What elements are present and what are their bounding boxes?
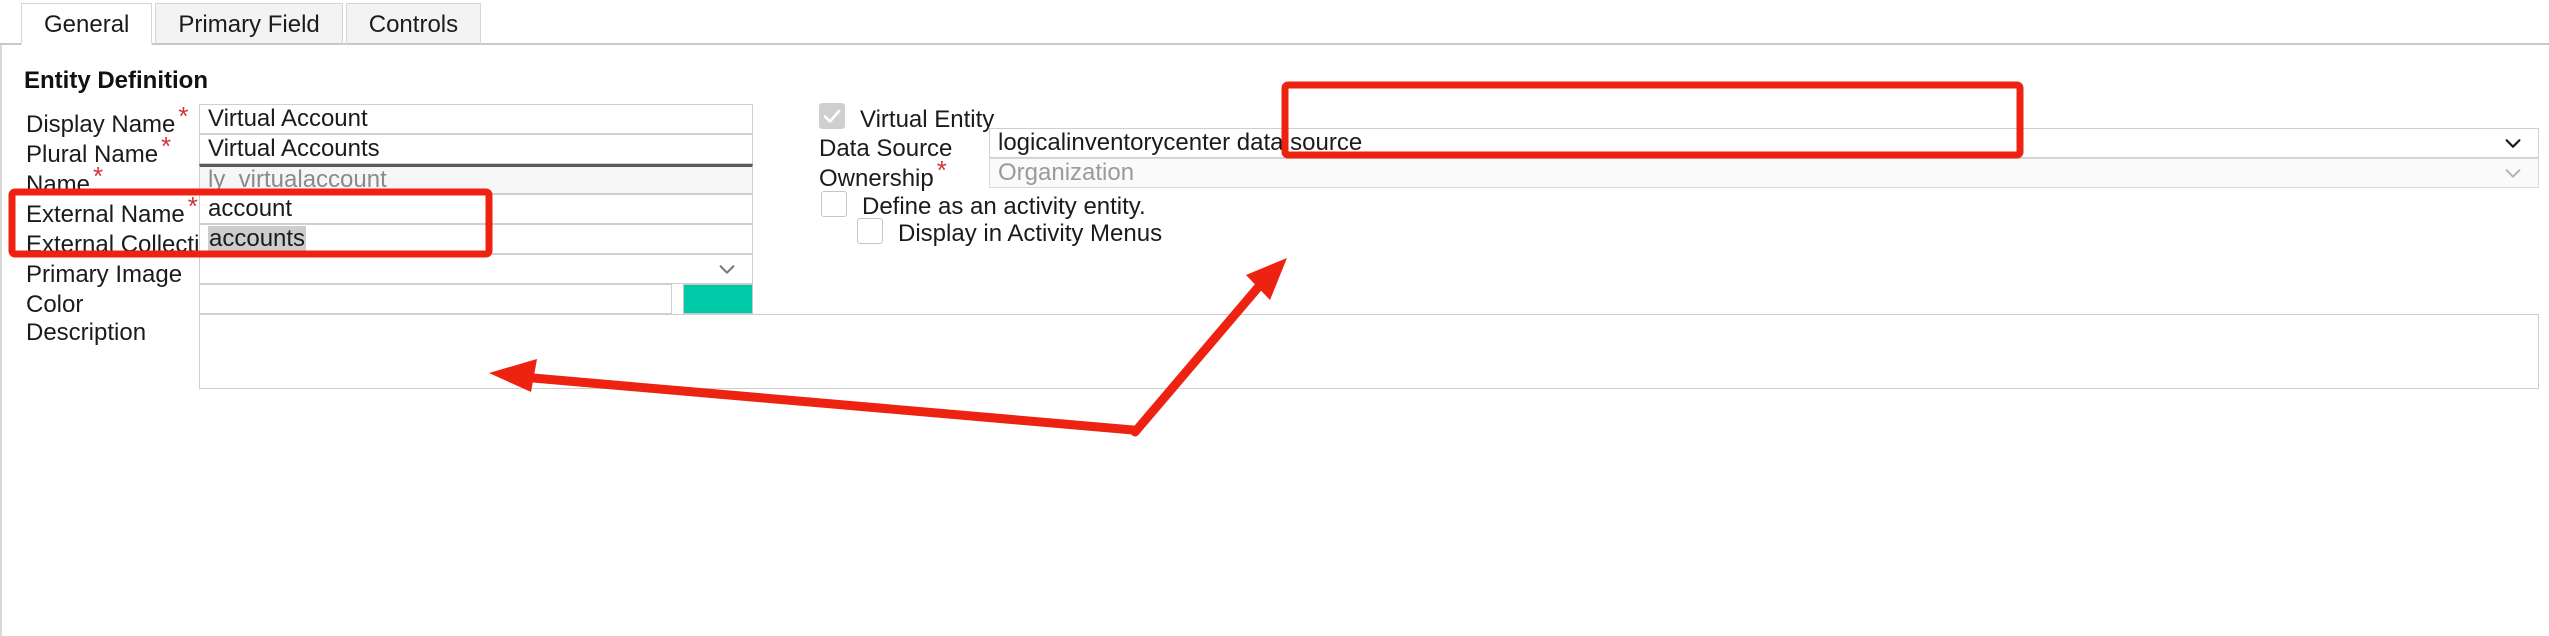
chevron-down-icon xyxy=(2502,132,2524,154)
color-swatch[interactable] xyxy=(683,284,753,314)
activity-menus-checkbox[interactable] xyxy=(857,218,883,244)
primary-image-select[interactable] xyxy=(199,254,753,284)
description-textarea[interactable] xyxy=(199,314,2539,389)
page-title: Entity Definition xyxy=(24,67,208,94)
tab-general[interactable]: General xyxy=(21,3,153,45)
external-collection-name-value: accounts xyxy=(208,225,307,252)
display-name-input[interactable]: Virtual Account xyxy=(199,104,753,134)
tab-controls[interactable]: Controls xyxy=(345,3,482,45)
name-input[interactable]: ly_virtualaccount xyxy=(199,164,753,194)
label-ownership: Ownership * xyxy=(819,155,947,192)
virtual-entity-checkbox[interactable] xyxy=(819,103,845,129)
activity-entity-checkbox[interactable] xyxy=(821,191,847,217)
virtual-entity-label: Virtual Entity xyxy=(860,106,995,133)
external-name-input[interactable]: account xyxy=(199,194,753,224)
chevron-down-icon xyxy=(2502,162,2524,184)
label-primary-image: Primary Image xyxy=(26,261,183,288)
ownership-value: Organization xyxy=(998,159,1135,186)
label-data-source: Data Source xyxy=(819,135,953,162)
data-source-select[interactable]: logicalinventorycenter data source xyxy=(989,128,2539,158)
tab-list: General Primary Field Controls xyxy=(21,0,484,45)
tab-strip: General Primary Field Controls xyxy=(0,0,2549,45)
ownership-select[interactable]: Organization xyxy=(989,158,2539,188)
plural-name-input[interactable]: Virtual Accounts xyxy=(199,134,753,164)
activity-entity-label: Define as an activity entity. xyxy=(862,193,1146,220)
required-marker: * xyxy=(161,131,172,161)
label-description: Description xyxy=(26,319,147,346)
required-marker: * xyxy=(93,161,104,191)
label-name: Name * xyxy=(26,161,104,198)
label-color: Color xyxy=(26,291,84,318)
tab-primary-field[interactable]: Primary Field xyxy=(155,3,343,45)
color-input[interactable] xyxy=(199,284,672,314)
required-marker: * xyxy=(178,101,189,131)
external-collection-name-input[interactable]: accounts xyxy=(199,224,753,254)
required-marker: * xyxy=(936,155,947,185)
data-source-value: logicalinventorycenter data source xyxy=(998,129,1363,156)
chevron-down-icon xyxy=(716,258,738,280)
activity-menus-label: Display in Activity Menus xyxy=(898,220,1163,247)
general-tab-panel: Entity Definition Display Name * Plural N… xyxy=(0,45,2549,636)
required-marker: * xyxy=(187,191,198,221)
label-external-name: External Name * xyxy=(26,191,198,228)
